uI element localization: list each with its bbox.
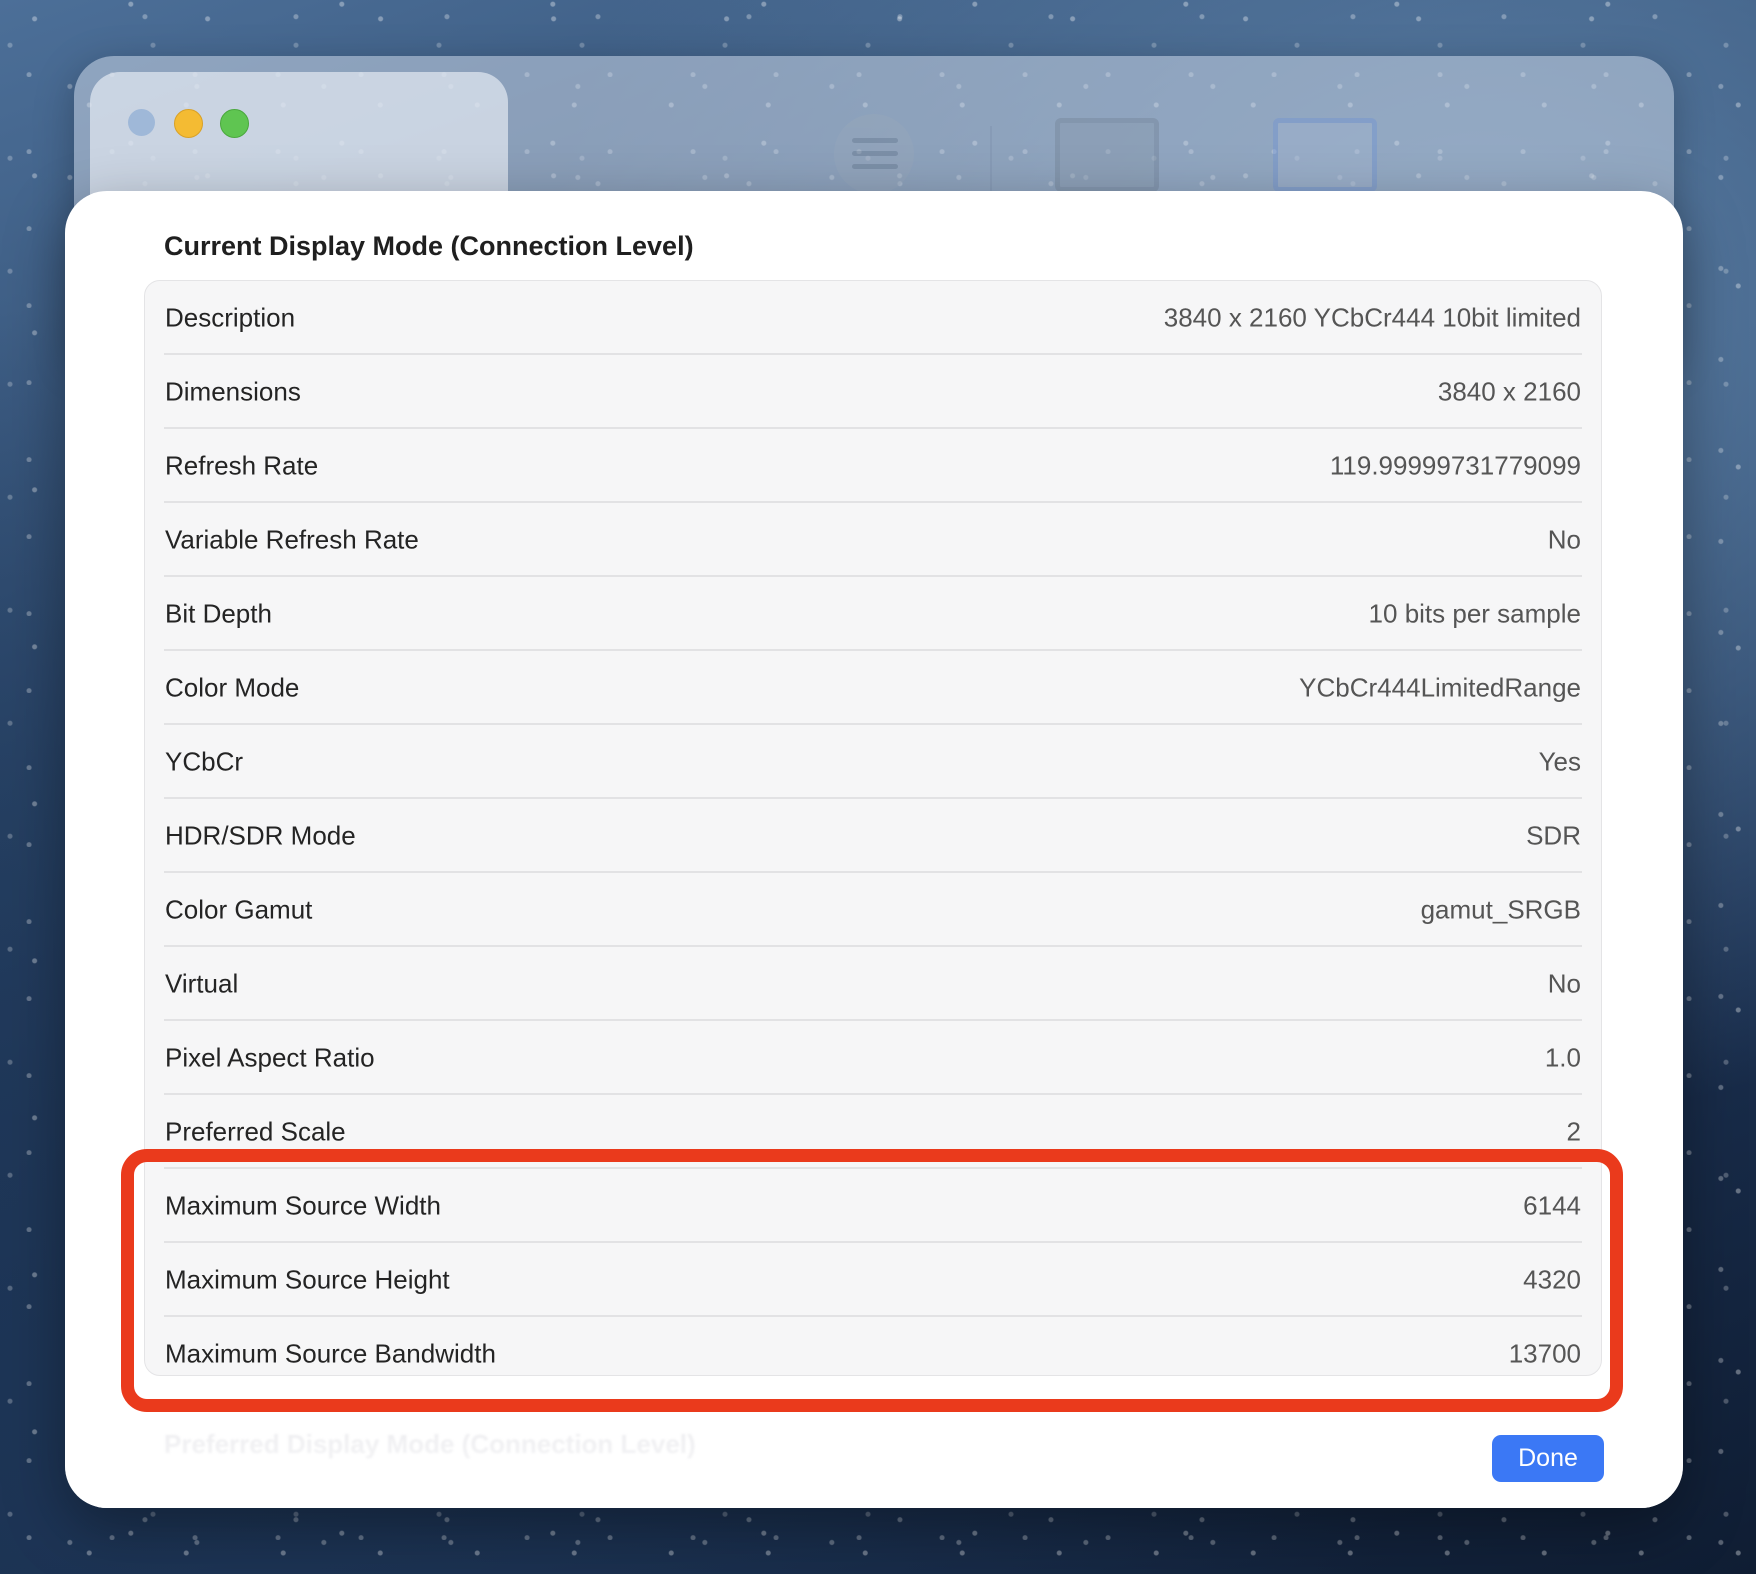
row-label: Virtual [165, 968, 239, 999]
row-label: Variable Refresh Rate [165, 524, 419, 555]
display-icon[interactable] [1055, 118, 1159, 192]
row-label: Refresh Rate [165, 450, 319, 481]
display-mode-sheet: Current Display Mode (Connection Level) … [65, 191, 1683, 1508]
table-row: Description 3840 x 2160 YCbCr444 10bit l… [145, 281, 1601, 355]
table-row: YCbCr Yes [145, 725, 1601, 799]
row-value: 4320 [1523, 1264, 1581, 1295]
minimize-window-button[interactable] [174, 109, 203, 138]
table-row: Dimensions 3840 x 2160 [145, 355, 1601, 429]
row-value: SDR [1526, 820, 1581, 851]
done-button[interactable]: Done [1492, 1435, 1604, 1482]
row-value: YCbCr444LimitedRange [1299, 672, 1581, 703]
display-selected-icon[interactable] [1273, 118, 1377, 192]
row-label: Maximum Source Height [165, 1264, 450, 1295]
section-title: Current Display Mode (Connection Level) [164, 231, 694, 261]
table-row: Maximum Source Height 4320 [145, 1243, 1601, 1317]
row-label: Pixel Aspect Ratio [165, 1042, 375, 1073]
table-row: Variable Refresh Rate No [145, 503, 1601, 577]
row-value: Yes [1538, 746, 1581, 777]
row-label: Color Gamut [165, 894, 313, 925]
row-label: Maximum Source Bandwidth [165, 1338, 496, 1369]
row-label: Color Mode [165, 672, 300, 703]
row-value: 13700 [1508, 1338, 1581, 1369]
row-value: 2 [1566, 1116, 1581, 1147]
zoom-window-button[interactable] [220, 109, 249, 138]
table-row: Pixel Aspect Ratio 1.0 [145, 1021, 1601, 1095]
row-label: Dimensions [165, 376, 301, 407]
row-value: 3840 x 2160 [1437, 376, 1581, 407]
table-row: Preferred Scale 2 [145, 1095, 1601, 1169]
row-value: 3840 x 2160 YCbCr444 10bit limited [1163, 302, 1581, 333]
row-label: Preferred Scale [165, 1116, 346, 1147]
table-row: Color Gamut gamut_SRGB [145, 873, 1601, 947]
row-label: YCbCr [165, 746, 244, 777]
row-value: 1.0 [1544, 1042, 1581, 1073]
row-label: Description [165, 302, 296, 333]
table-row: Virtual No [145, 947, 1601, 1021]
toolbar-divider [990, 126, 992, 196]
next-section-title: Preferred Display Mode (Connection Level… [164, 1429, 696, 1459]
row-label: Maximum Source Width [165, 1190, 441, 1221]
display-mode-table: Description 3840 x 2160 YCbCr444 10bit l… [144, 280, 1602, 1376]
table-row: HDR/SDR Mode SDR [145, 799, 1601, 873]
list-icon[interactable] [834, 114, 914, 194]
row-value: 119.99999731779099 [1329, 450, 1581, 481]
table-row: Refresh Rate 119.99999731779099 [145, 429, 1601, 503]
row-value: No [1547, 968, 1581, 999]
row-label: HDR/SDR Mode [165, 820, 356, 851]
table-row: Color Mode YCbCr444LimitedRange [145, 651, 1601, 725]
table-row: Bit Depth 10 bits per sample [145, 577, 1601, 651]
row-value: 10 bits per sample [1368, 598, 1581, 629]
close-window-button[interactable] [128, 109, 155, 136]
row-value: gamut_SRGB [1420, 894, 1581, 925]
table-row: Maximum Source Bandwidth 13700 [145, 1317, 1601, 1391]
row-label: Bit Depth [165, 598, 272, 629]
table-row: Maximum Source Width 6144 [145, 1169, 1601, 1243]
row-value: 6144 [1523, 1190, 1581, 1221]
row-value: No [1547, 524, 1581, 555]
